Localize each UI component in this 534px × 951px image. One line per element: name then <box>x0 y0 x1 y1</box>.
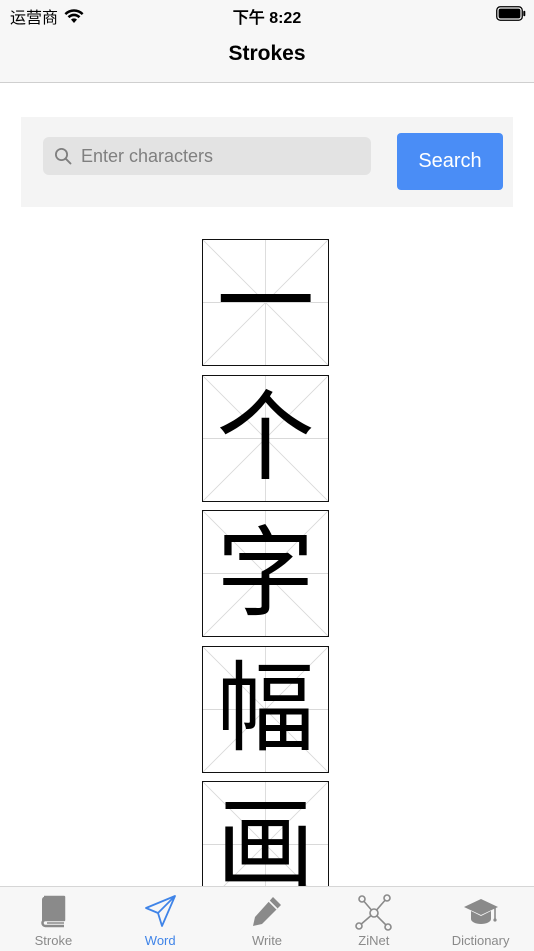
tab-label: Word <box>144 933 176 948</box>
tab-stroke[interactable]: Stroke <box>0 887 107 951</box>
search-button[interactable]: Search <box>397 133 503 190</box>
search-panel: Search <box>21 117 513 207</box>
character-glyph: 字 <box>216 516 315 631</box>
tab-zinet[interactable]: ZiNet <box>320 887 427 951</box>
tab-write[interactable]: Write <box>214 887 321 951</box>
character-cell[interactable]: 幅 <box>202 645 329 773</box>
search-icon <box>55 148 72 165</box>
character-cell[interactable]: 个 <box>202 374 329 502</box>
tab-label: ZiNet <box>358 933 390 948</box>
character-glyph: 个 <box>216 381 315 495</box>
status-time: 下午 8:22 <box>232 10 302 27</box>
tab-label: Write <box>251 933 283 948</box>
navigation-bar: Strokes <box>0 30 534 83</box>
tab-label: Dictionary <box>451 933 510 948</box>
tab-dictionary[interactable]: Dictionary <box>427 887 534 951</box>
network-icon <box>354 894 392 931</box>
character-glyph: 幅 <box>216 652 315 766</box>
character-cell[interactable]: 一 <box>202 239 329 366</box>
character-cell[interactable]: 字 <box>202 510 329 637</box>
search-input[interactable] <box>81 137 363 175</box>
tab-label: Stroke <box>34 933 73 948</box>
book-icon <box>41 895 66 928</box>
battery-icon <box>496 6 526 21</box>
tab-word[interactable]: Word <box>107 887 214 951</box>
pencil-icon <box>252 897 281 926</box>
status-bar: 运营商 下午 8:22 <box>0 0 534 30</box>
page-title: Strokes <box>228 42 306 65</box>
tab-bar: Stroke Word Write ZiNet Dictionary <box>0 886 534 951</box>
character-glyph: 一 <box>216 245 315 360</box>
graduation-cap-icon <box>463 899 498 924</box>
paper-plane-icon <box>145 895 177 927</box>
search-box[interactable] <box>43 137 371 175</box>
